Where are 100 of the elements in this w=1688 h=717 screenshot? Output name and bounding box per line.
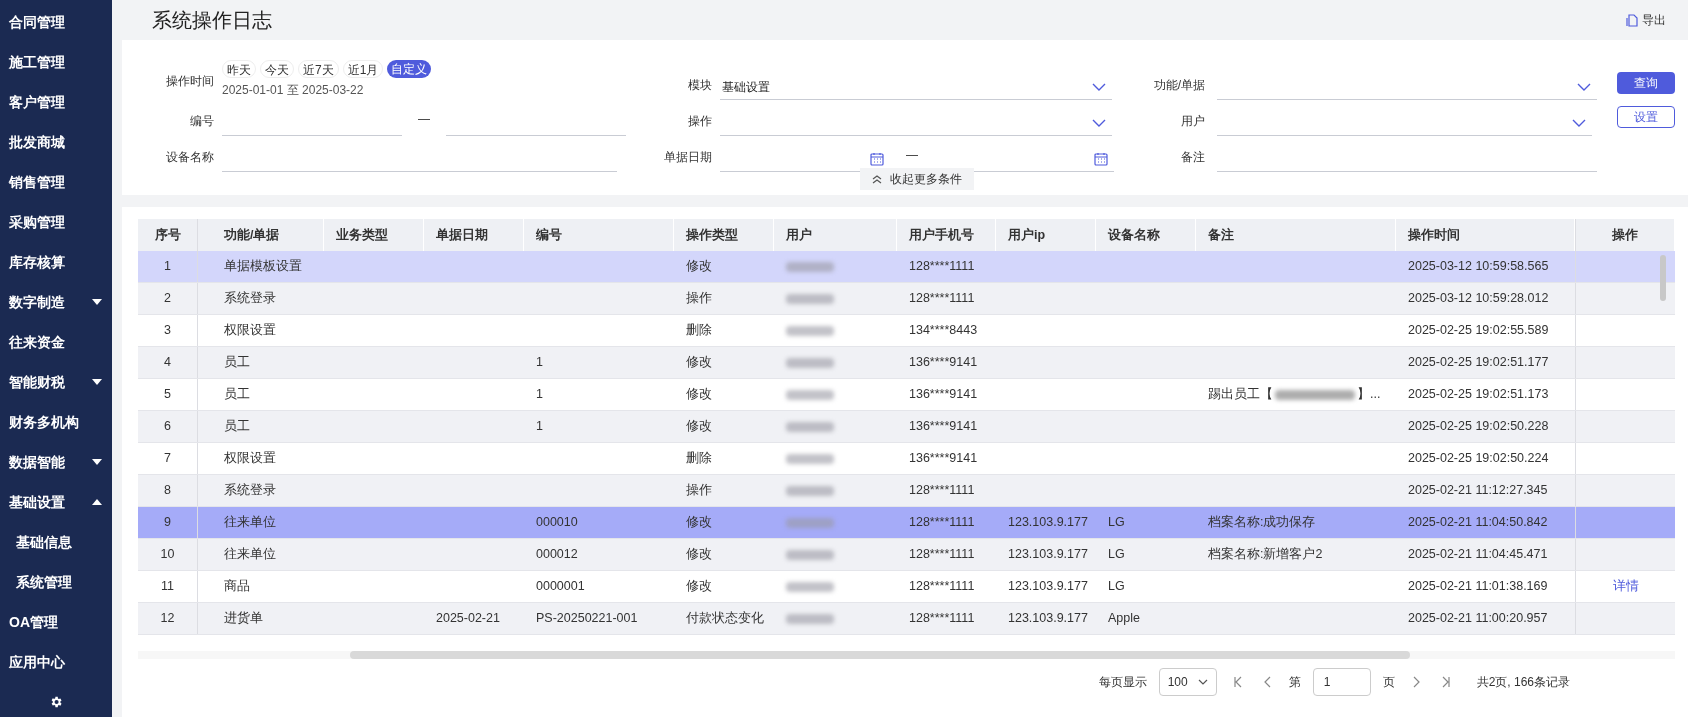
sidebar-item[interactable]: 应用中心 bbox=[0, 642, 112, 682]
details-link[interactable]: 详情 bbox=[1612, 577, 1639, 596]
time-preset-chip[interactable]: 今天 bbox=[260, 60, 294, 78]
table-cell-text: 员工 bbox=[224, 386, 250, 404]
table-row[interactable]: 1 单据模板设置 修改 128****1111 2025-03-12 10:59:58.565 bbox=[138, 251, 1675, 283]
table-cell-text: 2025-03-12 10:59:58.565 bbox=[1408, 258, 1549, 276]
table-cell-text: 修改 bbox=[686, 386, 712, 404]
table-cell-text: 12 bbox=[160, 610, 175, 628]
table-row[interactable]: 10 往来单位 000012 修改 128****1111 123.103.9.177 LG 档案名称:新增客户2 2025-02-21 11:04:45.471 bbox=[138, 539, 1675, 571]
query-button[interactable]: 查询 bbox=[1617, 72, 1675, 94]
time-preset-chip[interactable]: 昨天 bbox=[222, 60, 256, 78]
table-cell-text: 8 bbox=[164, 482, 171, 500]
table-row[interactable]: 11 商品 0000001 修改 128****1111 123.103.9.177 LG 2025-02-21 11:01:38.169 详情 bbox=[138, 571, 1675, 603]
table-row[interactable]: 6 员工 1 修改 136****9141 2025-02-25 19:02:50.228 bbox=[138, 411, 1675, 443]
page-number-field[interactable]: 1 bbox=[1312, 668, 1371, 696]
table-row[interactable]: 8 系统登录 操作 128****1111 2025-02-21 11:12:27.345 bbox=[138, 475, 1675, 507]
sidebar-item[interactable]: 财务多机构 bbox=[0, 402, 112, 442]
table-cell-text: 123.103.9.177 bbox=[1008, 514, 1088, 532]
column-header[interactable]: 操作 bbox=[1612, 225, 1638, 245]
sidebar-item[interactable]: 数据智能 bbox=[0, 442, 112, 482]
column-header[interactable]: 设备名称 bbox=[1108, 225, 1160, 245]
range-dash: — bbox=[417, 111, 431, 128]
collapse-toggle[interactable]: 收起更多条件 bbox=[860, 168, 974, 190]
column-header[interactable]: 编号 bbox=[536, 225, 562, 245]
table-cell-text: 系统登录 bbox=[224, 290, 276, 308]
vertical-scrollbar[interactable] bbox=[1660, 255, 1666, 301]
column-header[interactable]: 操作时间 bbox=[1408, 225, 1460, 245]
sidebar-item[interactable]: 智能财税 bbox=[0, 362, 112, 402]
table-row[interactable]: 2 系统登录 操作 128****1111 2025-03-12 10:59:28.012 bbox=[138, 283, 1675, 315]
table-cell-text: 付款状态变化 bbox=[686, 610, 764, 628]
chevron-down-icon bbox=[1197, 679, 1208, 685]
sidebar-item[interactable]: OA管理 bbox=[0, 602, 112, 642]
sidebar-item[interactable]: 销售管理 bbox=[0, 162, 112, 202]
column-header[interactable]: 用户 bbox=[786, 225, 812, 245]
table-cell-text: 4 bbox=[164, 354, 171, 372]
table-row[interactable]: 12 进货单 2025-02-21 PS-20250221-001 付款状态变化 128****1111 123.103.9.177 Apple 2025-02-21 11:00:20.957 bbox=[138, 603, 1675, 635]
table-cell-text: 2025-02-25 19:02:55.589 bbox=[1408, 322, 1549, 340]
table-cell-text: 7 bbox=[164, 450, 171, 468]
column-header[interactable]: 业务类型 bbox=[336, 225, 388, 245]
export-link[interactable]: 导出 bbox=[1626, 11, 1666, 29]
field-label: 单据日期 bbox=[663, 149, 712, 166]
table-cell-text: LG bbox=[1108, 578, 1125, 596]
table-cell-text: 往来单位 bbox=[224, 546, 276, 564]
table-cell-text: 2025-02-21 bbox=[436, 610, 500, 628]
table-row[interactable]: 4 员工 1 修改 136****9141 2025-02-25 19:02:51.177 bbox=[138, 347, 1675, 379]
blurred-text bbox=[786, 613, 834, 624]
table-cell-text: 删除 bbox=[686, 450, 712, 468]
table-row[interactable]: 5 员工 1 修改 136****9141 踢出员工【 】... 2025-02-25 19:02:51.173 bbox=[138, 379, 1675, 411]
blurred-text bbox=[786, 357, 834, 368]
time-preset-chip[interactable]: 近1月 bbox=[342, 60, 384, 78]
table-cell-text: 修改 bbox=[686, 418, 712, 436]
table-cell-text: 2025-02-21 11:01:38.169 bbox=[1408, 578, 1548, 596]
sidebar-item[interactable]: 数字制造 bbox=[0, 282, 112, 322]
sidebar-item[interactable]: 施工管理 bbox=[0, 42, 112, 82]
sidebar-subitem[interactable]: 基础信息 bbox=[0, 522, 112, 562]
sidebar-item[interactable]: 采购管理 bbox=[0, 202, 112, 242]
export-icon bbox=[1626, 13, 1638, 27]
column-header[interactable]: 操作类型 bbox=[686, 225, 738, 245]
table-cell-text: 单据模板设置 bbox=[224, 258, 302, 276]
settings-button[interactable]: 设置 bbox=[1617, 106, 1675, 128]
table-row[interactable]: 9 往来单位 000010 修改 128****1111 123.103.9.177 LG 档案名称:成功保存 2025-02-21 11:04:50.842 bbox=[138, 507, 1675, 539]
time-preset-chip[interactable]: 近7天 bbox=[298, 60, 339, 78]
horizontal-scrollbar[interactable] bbox=[350, 651, 1410, 659]
table-cell-text: 删除 bbox=[686, 322, 712, 340]
table-cell-text: 1 bbox=[536, 386, 543, 404]
column-header[interactable]: 功能/单据 bbox=[224, 225, 280, 245]
sidebar-item[interactable]: 库存核算 bbox=[0, 242, 112, 282]
table-cell-text: 128****1111 bbox=[909, 546, 975, 564]
date-range-text: 2025-01-01 至 2025-03-22 bbox=[222, 82, 365, 99]
table-cell-text: 128****1111 bbox=[909, 514, 975, 532]
table-cell-text: 136****9141 bbox=[909, 450, 978, 468]
sidebar-item[interactable]: 基础设置 bbox=[0, 482, 112, 522]
module-dropdown[interactable]: 基础设置 bbox=[720, 74, 1112, 100]
table-cell-text: 2025-02-25 19:02:50.224 bbox=[1408, 450, 1549, 468]
column-header[interactable]: 序号 bbox=[154, 225, 181, 245]
table-row[interactable]: 3 权限设置 删除 134****8443 2025-02-25 19:02:55.589 bbox=[138, 315, 1675, 347]
table-cell-text: LG bbox=[1108, 546, 1125, 564]
table-cell-text: 踢出员工【 bbox=[1208, 386, 1273, 404]
blurred-text bbox=[786, 581, 834, 592]
column-header[interactable]: 用户手机号 bbox=[909, 225, 974, 245]
table-row[interactable]: 7 权限设置 删除 136****9141 2025-02-25 19:02:50.224 bbox=[138, 443, 1675, 475]
sidebar-item[interactable]: 往来资金 bbox=[0, 322, 112, 362]
column-header[interactable]: 单据日期 bbox=[436, 225, 488, 245]
time-preset-chip[interactable]: 自定义 bbox=[387, 60, 432, 78]
table-cell-text: Apple bbox=[1108, 610, 1140, 628]
blurred-text bbox=[786, 293, 834, 304]
sidebar-item[interactable]: 合同管理 bbox=[0, 2, 112, 42]
settings-icon[interactable] bbox=[49, 695, 63, 709]
page-size-dropdown[interactable]: 100 bbox=[1158, 668, 1217, 696]
page-title: 系统操作日志 bbox=[152, 8, 272, 33]
column-header[interactable]: 用户ip bbox=[1008, 225, 1046, 245]
double-chevron-up-icon bbox=[872, 174, 882, 184]
column-header[interactable]: 备注 bbox=[1208, 225, 1234, 245]
table-cell-text: LG bbox=[1108, 514, 1125, 532]
table-cell-text: 2025-02-21 11:00:20.957 bbox=[1408, 610, 1548, 628]
sidebar-subitem[interactable]: 系统管理 bbox=[0, 562, 112, 602]
table-cell-text: 商品 bbox=[224, 578, 250, 596]
sidebar-item[interactable]: 批发商城 bbox=[0, 122, 112, 162]
table-cell-text: 操作 bbox=[686, 482, 712, 500]
sidebar-item[interactable]: 客户管理 bbox=[0, 82, 112, 122]
